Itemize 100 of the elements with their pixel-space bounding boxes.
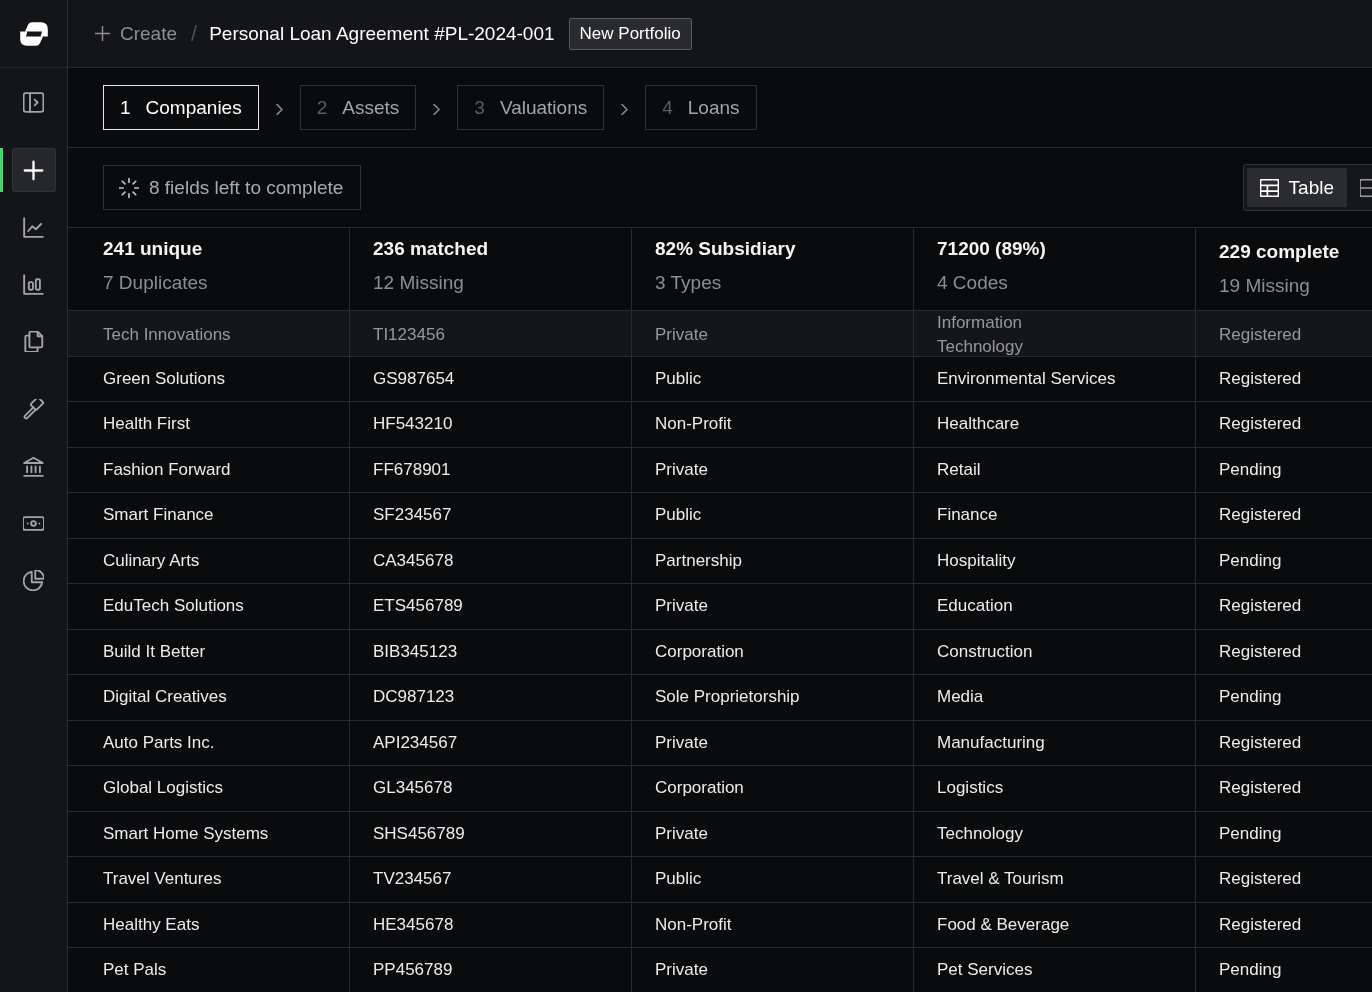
table-cell-text: Registered — [1218, 640, 1303, 663]
table-row[interactable]: Culinary Arts CA345678 Partnership Hospitality Pending — [68, 538, 1372, 584]
column-summary: 236 matched — [373, 237, 490, 261]
document-title: Personal Loan Agreement #PL-2024-001 — [209, 22, 555, 45]
table-cell: Private — [632, 447, 914, 492]
table-row[interactable]: Tech Innovations TI123456 Private Information Technology Registered — [68, 311, 1372, 357]
table-row[interactable]: EduTech Solutions ETS456789 Private Education Registered — [68, 584, 1372, 630]
table-cell-text: Registered — [1218, 595, 1303, 618]
table-cell: Media — [914, 675, 1196, 720]
view-option-button[interactable]: Table — [1246, 168, 1347, 207]
table-row[interactable]: Smart Home Systems SHS456789 Private Technology Pending — [68, 811, 1372, 857]
table-cell: Pet Pals — [68, 948, 350, 992]
table-cell-text: Registered — [1218, 913, 1303, 936]
table-cell: Travel Ventures — [68, 857, 350, 902]
documents-icon — [23, 330, 44, 352]
table-cell: ETS456789 — [350, 584, 632, 629]
hammer-icon — [23, 398, 44, 420]
column-summary-detail: 19 Missing — [1219, 274, 1311, 298]
table-cell: Partnership — [632, 538, 914, 583]
table-cell: Public — [632, 857, 914, 902]
table-cell: PP456789 — [350, 948, 632, 992]
table-cell: CA345678 — [350, 538, 632, 583]
table-cell-text: Registered — [1218, 367, 1303, 390]
table-cell: Global Logistics — [68, 766, 350, 811]
table-cell: Corporation — [632, 766, 914, 811]
table-cell: TV234567 — [350, 857, 632, 902]
table-cell-text: Pending — [1218, 686, 1283, 709]
table-cell-text: Pending — [1218, 458, 1283, 481]
table-cell: BIB345123 — [350, 629, 632, 674]
pie-chart-icon — [23, 569, 44, 591]
table-row[interactable]: Digital Creatives DC987123 Sole Proprietorship Media Pending — [68, 675, 1372, 721]
table-cell: SF234567 — [350, 493, 632, 538]
bar-chart-icon — [23, 273, 44, 295]
table-row[interactable]: Fashion Forward FF678901 Private Retail Pending — [68, 447, 1372, 493]
sidebar-panel-icon — [23, 91, 44, 113]
column-summary: 71200 (89%) — [937, 237, 1047, 261]
column-summary: 241 unique — [103, 237, 204, 261]
table-cell-text: Pending — [1218, 959, 1283, 982]
step-tab[interactable]: 3 Valuations — [457, 85, 605, 130]
table-cell: Health First — [68, 402, 350, 447]
table-cell-text: Pending — [1218, 822, 1283, 845]
table-row[interactable]: Auto Parts Inc. API234567 Private Manufacturing Registered — [68, 720, 1372, 766]
table-cell-text: Registered — [1218, 731, 1303, 754]
table-row[interactable]: Build It Better BIB345123 Corporation Construction Registered — [68, 629, 1372, 675]
table-cell: HF543210 — [350, 402, 632, 447]
table-cell-text: Registered — [1218, 868, 1303, 891]
table-cell: Private — [632, 720, 914, 765]
table-cell: Construction — [914, 629, 1196, 674]
table-cell: Retail — [914, 447, 1196, 492]
table-row[interactable]: Green Solutions GS987654 Public Environmental Services Registered — [68, 356, 1372, 402]
table-cell: Pet Services — [914, 948, 1196, 992]
plus-icon — [95, 26, 110, 41]
table-cell: Fashion Forward — [68, 447, 350, 492]
table-cell: Private — [632, 811, 914, 856]
portfolio-tag: New Portfolio — [568, 17, 692, 50]
column-summary-detail: 4 Codes — [937, 271, 1009, 295]
table-cell: API234567 — [350, 720, 632, 765]
table-cell: Hospitality — [914, 538, 1196, 583]
table-row[interactable]: Travel Ventures TV234567 Public Travel & Tourism Registered — [68, 857, 1372, 903]
table-cell: Finance — [914, 493, 1196, 538]
table-cell: Environmental Services — [914, 356, 1196, 401]
column-summary: 229 complete — [1219, 240, 1341, 264]
table-row[interactable]: Healthy Eats HE345678 Non-Profit Food & Beverage Registered — [68, 902, 1372, 948]
table-cell: Public — [632, 493, 914, 538]
step-tab[interactable]: 2 Assets — [299, 85, 417, 130]
table-icon — [1259, 178, 1279, 197]
logo-icon — [19, 21, 48, 46]
table-cell: Digital Creatives — [68, 675, 350, 720]
nav-button[interactable] — [11, 148, 56, 192]
fields-left-button[interactable]: 8 fields left to complete — [103, 165, 362, 210]
table-cell-text: Registered — [1218, 504, 1303, 527]
table-cell: Corporation — [632, 629, 914, 674]
table-cell: GS987654 — [350, 356, 632, 401]
table-cell: Auto Parts Inc. — [68, 720, 350, 765]
table-cell: FF678901 — [350, 447, 632, 492]
table-cell: Smart Finance — [68, 493, 350, 538]
table-cell-text: Registered — [1218, 324, 1303, 346]
table-cell: Green Solutions — [68, 356, 350, 401]
table-cell: EduTech Solutions — [68, 584, 350, 629]
table-cell-text: Registered — [1218, 413, 1303, 436]
column-summary-detail: 3 Types — [655, 271, 723, 295]
active-indicator — [0, 148, 3, 192]
create-button[interactable]: Create — [95, 22, 178, 45]
table-row[interactable]: Global Logistics GL345678 Corporation Logistics Registered — [68, 766, 1372, 812]
table-cell: Public — [632, 356, 914, 401]
step-tab[interactable]: 4 Loans — [645, 85, 757, 130]
column-summary-detail: 12 Missing — [373, 271, 465, 295]
table-cell: Logistics — [914, 766, 1196, 811]
table-cell: Smart Home Systems — [68, 811, 350, 856]
table-cell: Build It Better — [68, 629, 350, 674]
table-cell: Private — [632, 584, 914, 629]
bank-icon — [23, 455, 44, 477]
step-tab[interactable]: 1 Companies — [103, 85, 259, 130]
table-cell: Manufacturing — [914, 720, 1196, 765]
table-row[interactable]: Health First HF543210 Non-Profit Healthcare Registered — [68, 402, 1372, 448]
table-cell: Education — [914, 584, 1196, 629]
chevron-right-icon — [621, 103, 629, 115]
table-cell-text: Pending — [1218, 549, 1283, 572]
line-chart-icon — [23, 216, 44, 238]
table-row[interactable]: Smart Finance SF234567 Public Finance Registered — [68, 493, 1372, 539]
